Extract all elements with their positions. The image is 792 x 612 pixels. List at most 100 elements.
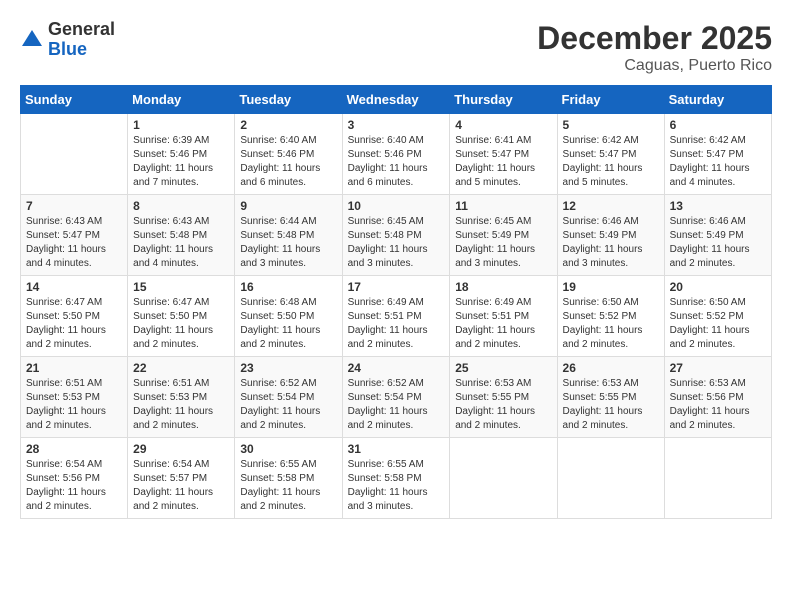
day-number: 18 (455, 280, 551, 294)
sunrise: Sunrise: 6:55 AM (240, 459, 316, 470)
weekday-header-row: SundayMondayTuesdayWednesdayThursdayFrid… (21, 86, 772, 114)
sunrise: Sunrise: 6:48 AM (240, 297, 316, 308)
day-number: 17 (348, 280, 445, 294)
sunrise: Sunrise: 6:50 AM (563, 297, 639, 308)
sunset: Sunset: 5:50 PM (240, 311, 314, 322)
daylight: Daylight: 11 hours and 2 minutes. (455, 325, 535, 350)
day-info: Sunrise: 6:40 AM Sunset: 5:46 PM Dayligh… (240, 134, 336, 190)
day-number: 31 (348, 442, 445, 456)
sunrise: Sunrise: 6:53 AM (670, 378, 746, 389)
sunrise: Sunrise: 6:53 AM (563, 378, 639, 389)
sunrise: Sunrise: 6:45 AM (455, 216, 531, 227)
sunrise: Sunrise: 6:40 AM (348, 135, 424, 146)
calendar-cell: 18 Sunrise: 6:49 AM Sunset: 5:51 PM Dayl… (450, 276, 557, 357)
sunset: Sunset: 5:54 PM (240, 392, 314, 403)
daylight: Daylight: 11 hours and 2 minutes. (26, 487, 106, 512)
day-number: 4 (455, 118, 551, 132)
daylight: Daylight: 11 hours and 5 minutes. (563, 163, 643, 188)
daylight: Daylight: 11 hours and 2 minutes. (670, 325, 750, 350)
logo: General Blue (20, 20, 115, 60)
weekday-header: Wednesday (342, 86, 450, 114)
day-info: Sunrise: 6:49 AM Sunset: 5:51 PM Dayligh… (348, 296, 445, 352)
daylight: Daylight: 11 hours and 5 minutes. (455, 163, 535, 188)
sunset: Sunset: 5:52 PM (670, 311, 744, 322)
daylight: Daylight: 11 hours and 2 minutes. (455, 406, 535, 431)
sunrise: Sunrise: 6:52 AM (348, 378, 424, 389)
sunrise: Sunrise: 6:53 AM (455, 378, 531, 389)
day-number: 27 (670, 361, 766, 375)
calendar-cell: 10 Sunrise: 6:45 AM Sunset: 5:48 PM Dayl… (342, 195, 450, 276)
calendar-cell: 13 Sunrise: 6:46 AM Sunset: 5:49 PM Dayl… (664, 195, 771, 276)
sunset: Sunset: 5:49 PM (670, 230, 744, 241)
daylight: Daylight: 11 hours and 2 minutes. (133, 487, 213, 512)
sunset: Sunset: 5:48 PM (133, 230, 207, 241)
calendar-week-row: 1 Sunrise: 6:39 AM Sunset: 5:46 PM Dayli… (21, 114, 772, 195)
day-number: 6 (670, 118, 766, 132)
sunset: Sunset: 5:56 PM (26, 473, 100, 484)
sunrise: Sunrise: 6:42 AM (670, 135, 746, 146)
day-info: Sunrise: 6:42 AM Sunset: 5:47 PM Dayligh… (563, 134, 659, 190)
day-number: 22 (133, 361, 229, 375)
day-info: Sunrise: 6:45 AM Sunset: 5:48 PM Dayligh… (348, 215, 445, 271)
daylight: Daylight: 11 hours and 6 minutes. (348, 163, 428, 188)
sunset: Sunset: 5:55 PM (563, 392, 637, 403)
calendar-cell: 23 Sunrise: 6:52 AM Sunset: 5:54 PM Dayl… (235, 357, 342, 438)
calendar-cell: 22 Sunrise: 6:51 AM Sunset: 5:53 PM Dayl… (128, 357, 235, 438)
calendar-cell: 12 Sunrise: 6:46 AM Sunset: 5:49 PM Dayl… (557, 195, 664, 276)
sunset: Sunset: 5:52 PM (563, 311, 637, 322)
calendar-cell (557, 438, 664, 519)
day-number: 28 (26, 442, 122, 456)
day-number: 8 (133, 199, 229, 213)
logo-general: General (48, 20, 115, 40)
daylight: Daylight: 11 hours and 2 minutes. (240, 325, 320, 350)
daylight: Daylight: 11 hours and 3 minutes. (455, 244, 535, 269)
sunset: Sunset: 5:47 PM (563, 149, 637, 160)
sunset: Sunset: 5:56 PM (670, 392, 744, 403)
day-number: 5 (563, 118, 659, 132)
calendar-week-row: 28 Sunrise: 6:54 AM Sunset: 5:56 PM Dayl… (21, 438, 772, 519)
daylight: Daylight: 11 hours and 6 minutes. (240, 163, 320, 188)
day-info: Sunrise: 6:47 AM Sunset: 5:50 PM Dayligh… (133, 296, 229, 352)
calendar-cell: 1 Sunrise: 6:39 AM Sunset: 5:46 PM Dayli… (128, 114, 235, 195)
calendar-cell: 4 Sunrise: 6:41 AM Sunset: 5:47 PM Dayli… (450, 114, 557, 195)
day-number: 23 (240, 361, 336, 375)
calendar-cell: 7 Sunrise: 6:43 AM Sunset: 5:47 PM Dayli… (21, 195, 128, 276)
calendar-cell (21, 114, 128, 195)
location: Caguas, Puerto Rico (537, 57, 772, 75)
calendar-cell: 11 Sunrise: 6:45 AM Sunset: 5:49 PM Dayl… (450, 195, 557, 276)
day-info: Sunrise: 6:44 AM Sunset: 5:48 PM Dayligh… (240, 215, 336, 271)
day-info: Sunrise: 6:50 AM Sunset: 5:52 PM Dayligh… (670, 296, 766, 352)
month-year: December 2025 (537, 20, 772, 57)
weekday-header: Tuesday (235, 86, 342, 114)
day-number: 30 (240, 442, 336, 456)
day-number: 14 (26, 280, 122, 294)
day-info: Sunrise: 6:55 AM Sunset: 5:58 PM Dayligh… (348, 458, 445, 514)
calendar-cell: 15 Sunrise: 6:47 AM Sunset: 5:50 PM Dayl… (128, 276, 235, 357)
day-number: 12 (563, 199, 659, 213)
calendar-cell: 6 Sunrise: 6:42 AM Sunset: 5:47 PM Dayli… (664, 114, 771, 195)
day-info: Sunrise: 6:53 AM Sunset: 5:55 PM Dayligh… (563, 377, 659, 433)
day-info: Sunrise: 6:47 AM Sunset: 5:50 PM Dayligh… (26, 296, 122, 352)
day-info: Sunrise: 6:54 AM Sunset: 5:57 PM Dayligh… (133, 458, 229, 514)
calendar-cell: 14 Sunrise: 6:47 AM Sunset: 5:50 PM Dayl… (21, 276, 128, 357)
daylight: Daylight: 11 hours and 2 minutes. (133, 406, 213, 431)
calendar-week-row: 7 Sunrise: 6:43 AM Sunset: 5:47 PM Dayli… (21, 195, 772, 276)
day-info: Sunrise: 6:43 AM Sunset: 5:47 PM Dayligh… (26, 215, 122, 271)
sunset: Sunset: 5:48 PM (240, 230, 314, 241)
calendar: SundayMondayTuesdayWednesdayThursdayFrid… (20, 85, 772, 519)
calendar-cell: 9 Sunrise: 6:44 AM Sunset: 5:48 PM Dayli… (235, 195, 342, 276)
day-number: 21 (26, 361, 122, 375)
day-info: Sunrise: 6:46 AM Sunset: 5:49 PM Dayligh… (563, 215, 659, 271)
day-info: Sunrise: 6:54 AM Sunset: 5:56 PM Dayligh… (26, 458, 122, 514)
calendar-cell: 17 Sunrise: 6:49 AM Sunset: 5:51 PM Dayl… (342, 276, 450, 357)
calendar-week-row: 21 Sunrise: 6:51 AM Sunset: 5:53 PM Dayl… (21, 357, 772, 438)
sunrise: Sunrise: 6:47 AM (133, 297, 209, 308)
daylight: Daylight: 11 hours and 2 minutes. (240, 487, 320, 512)
daylight: Daylight: 11 hours and 2 minutes. (240, 406, 320, 431)
logo-blue: Blue (48, 40, 115, 60)
weekday-header: Friday (557, 86, 664, 114)
daylight: Daylight: 11 hours and 3 minutes. (348, 487, 428, 512)
sunset: Sunset: 5:46 PM (240, 149, 314, 160)
daylight: Daylight: 11 hours and 2 minutes. (670, 244, 750, 269)
daylight: Daylight: 11 hours and 3 minutes. (348, 244, 428, 269)
